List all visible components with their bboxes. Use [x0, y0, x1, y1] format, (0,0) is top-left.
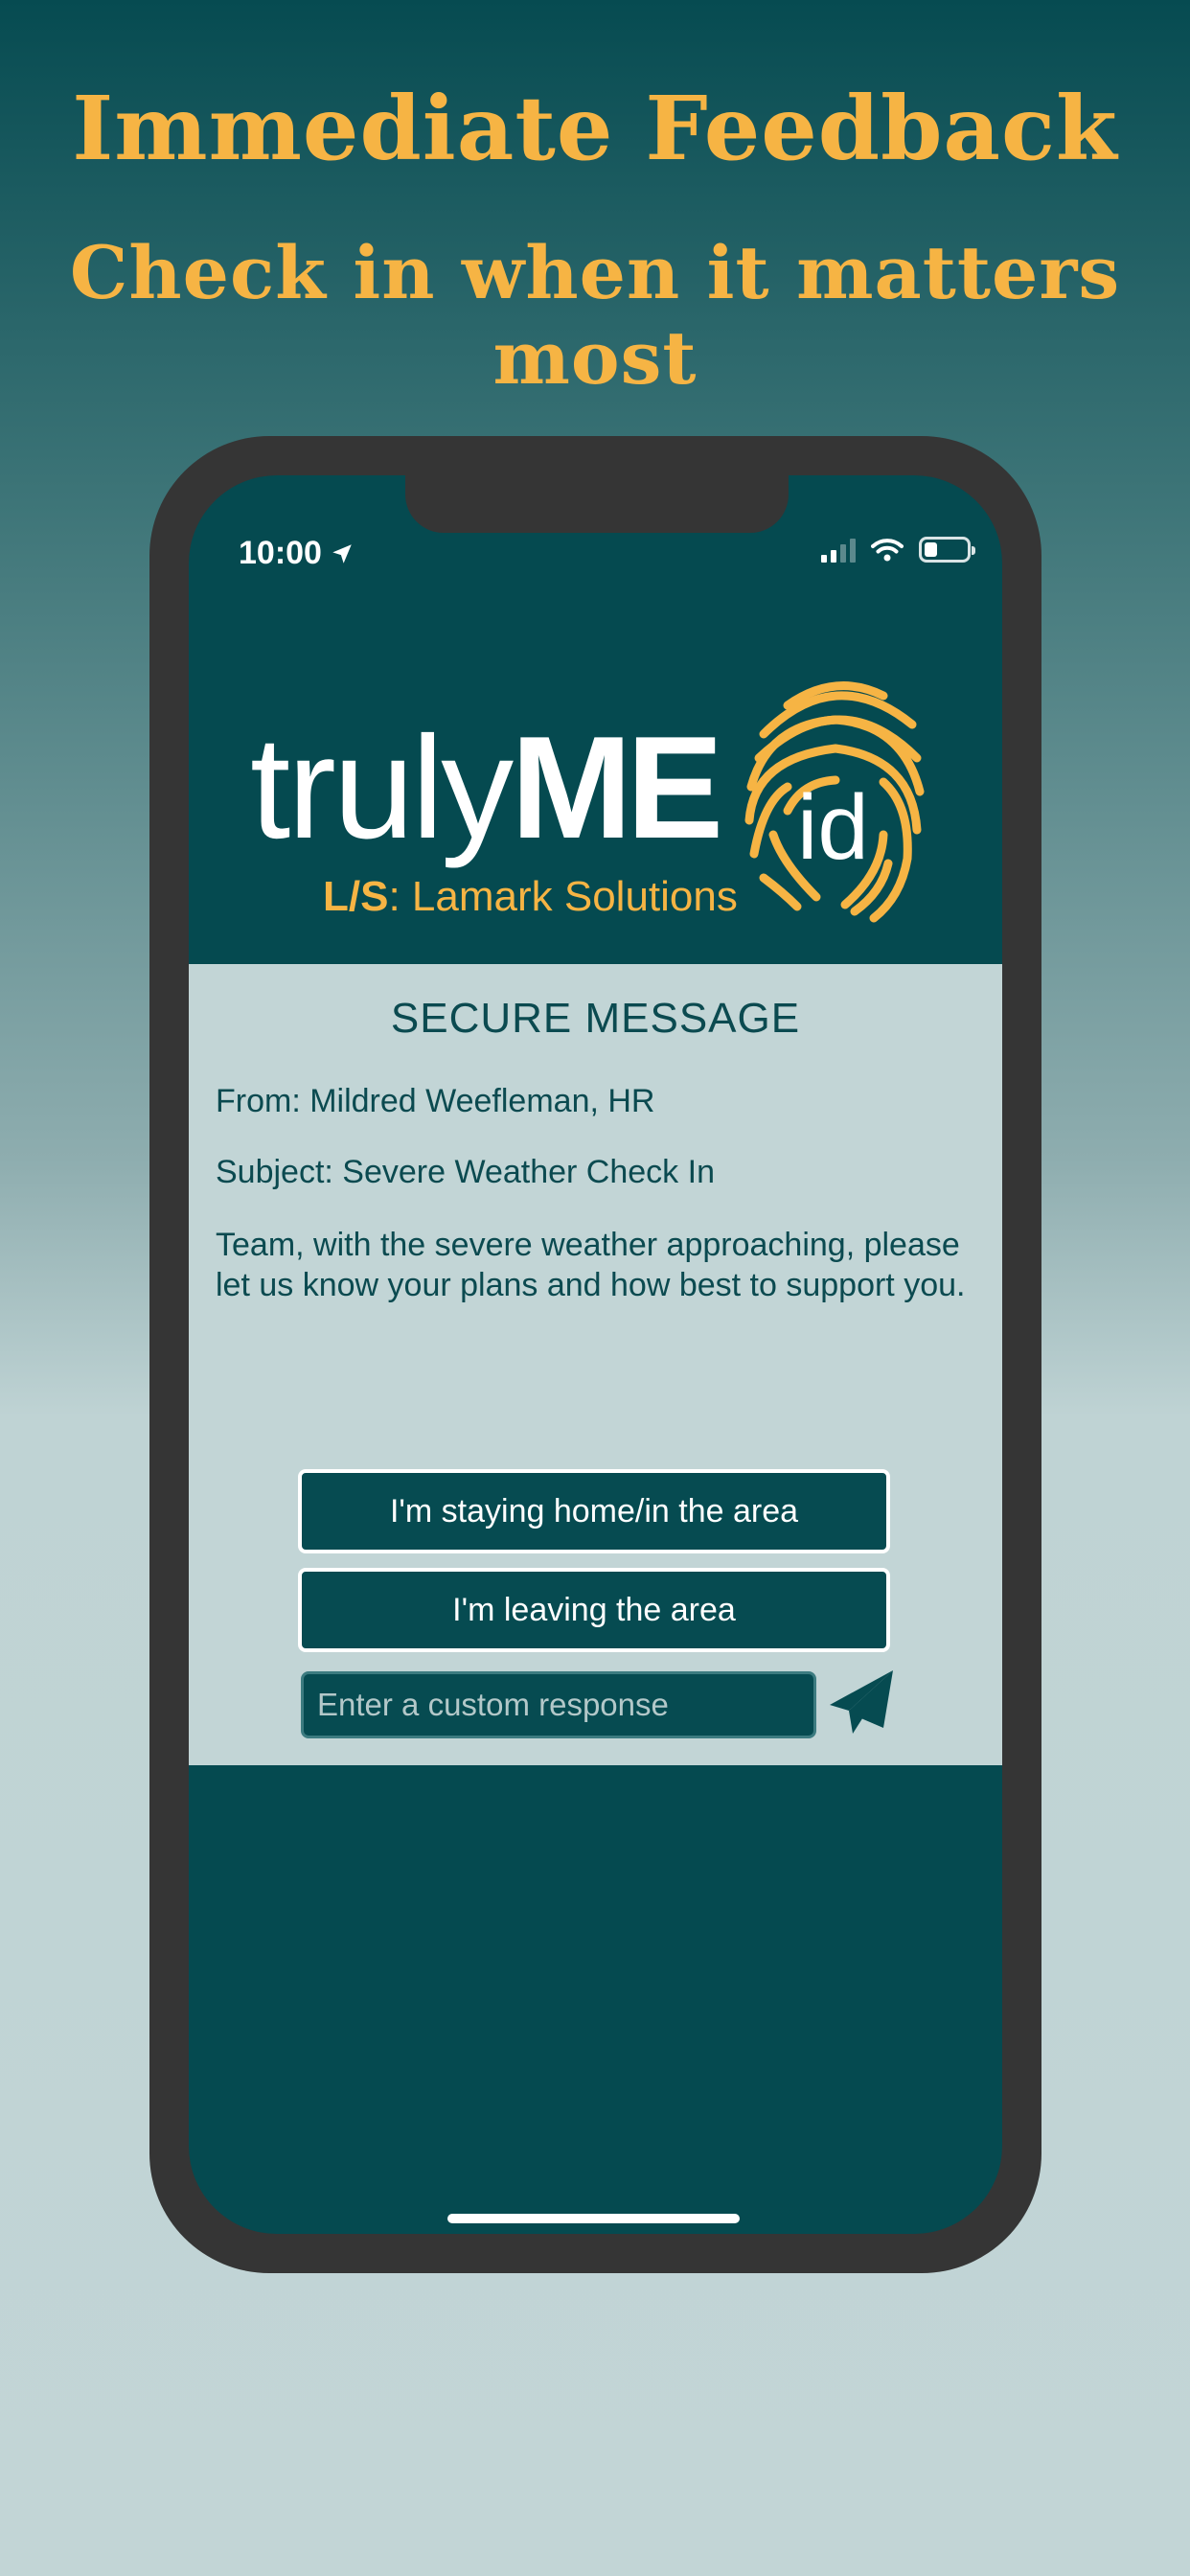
phone-frame: 10:00 trulyME L/S: Lamark Solutions id S… — [149, 436, 1041, 2273]
status-time-text: 10:00 — [239, 535, 322, 571]
staying-home-button[interactable]: I'm staying home/in the area — [298, 1469, 890, 1553]
leaving-area-button[interactable]: I'm leaving the area — [298, 1568, 890, 1652]
promo-headline: Immediate Feedback — [72, 77, 1118, 180]
promo-subheadline: Check in when it matters most — [69, 230, 1121, 401]
logo-sub-name: Lamark Solutions — [400, 873, 738, 920]
battery-fill — [925, 542, 937, 557]
secure-message-panel: SECURE MESSAGE From: Mildred Weefleman, … — [189, 964, 1002, 1765]
battery-icon — [919, 537, 975, 563]
status-bar-indicators — [821, 537, 975, 563]
logo-wordmark: trulyME — [250, 715, 723, 861]
message-body: Team, with the severe weather approachin… — [216, 1227, 966, 1303]
phone-screen: 10:00 trulyME L/S: Lamark Solutions id S… — [189, 475, 1002, 2234]
paper-plane-icon[interactable] — [826, 1668, 895, 1736]
message-subject: Subject: Severe Weather Check In — [216, 1154, 715, 1190]
logo-company-name: L/S: Lamark Solutions — [323, 873, 738, 921]
status-bar-time: 10:00 — [239, 535, 355, 572]
cellular-signal-icon — [821, 538, 856, 563]
wifi-icon — [871, 538, 904, 561]
logo-word-light: truly — [250, 706, 514, 869]
logo-sub-sep: : — [388, 873, 400, 920]
location-arrow-icon — [332, 543, 352, 564]
logo-id-badge: id — [797, 776, 869, 879]
trulyme-logo: trulyME L/S: Lamark Solutions id — [189, 667, 1002, 954]
custom-response-input[interactable] — [301, 1671, 816, 1738]
phone-notch — [405, 475, 789, 533]
home-indicator[interactable] — [447, 2214, 740, 2223]
logo-sub-mark: L/S — [323, 873, 389, 920]
logo-word-bold: ME — [511, 706, 723, 869]
panel-title: SECURE MESSAGE — [390, 995, 801, 1042]
fingerprint-icon: id — [744, 681, 925, 923]
message-from: From: Mildred Weefleman, HR — [216, 1083, 655, 1119]
